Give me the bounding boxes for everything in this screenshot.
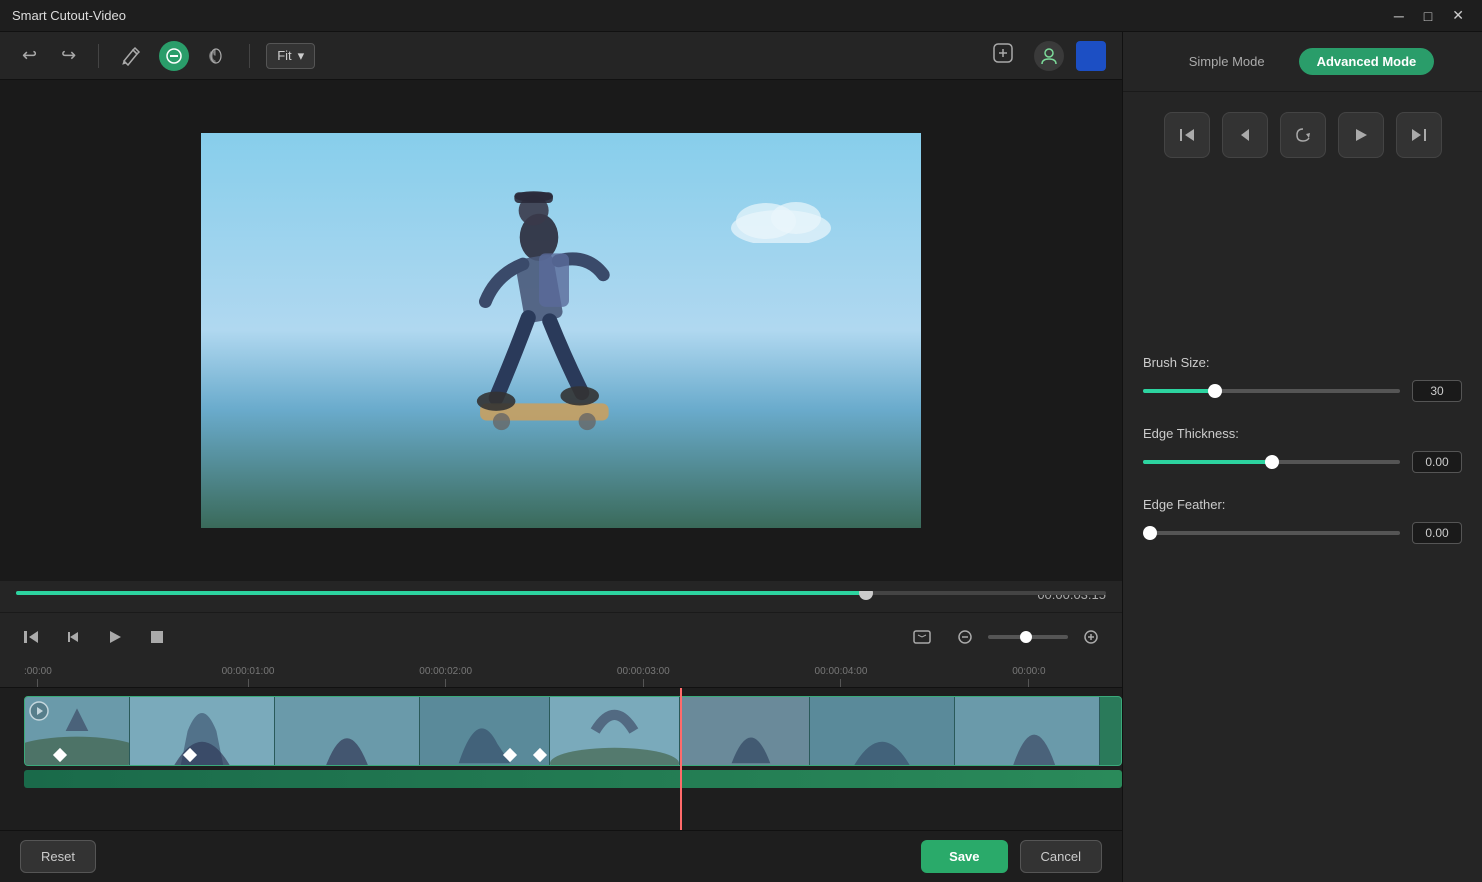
edge-feather-label: Edge Feather: — [1143, 497, 1462, 512]
edge-thickness-value[interactable]: 0.00 — [1412, 451, 1462, 473]
toolbar-separator-1 — [98, 44, 99, 68]
edge-thickness-thumb[interactable] — [1265, 455, 1279, 469]
title-bar-controls: ─ □ ✕ — [1388, 5, 1470, 26]
main-layout: ↩ ↪ — [0, 32, 1482, 882]
mode-tabs: Simple Mode Advanced Mode — [1123, 32, 1482, 92]
toolbar-separator-2 — [249, 44, 250, 68]
brush-size-thumb[interactable] — [1208, 384, 1222, 398]
toolbar: ↩ ↪ — [0, 32, 1122, 80]
ruler-mark-5: 00:00:0 — [1012, 666, 1045, 687]
right-panel: Simple Mode Advanced Mode — [1122, 32, 1482, 882]
move-button[interactable] — [201, 42, 233, 70]
frame-back-button[interactable] — [58, 624, 88, 650]
ruler-mark-3: 00:00:03:00 — [617, 666, 670, 687]
save-button[interactable]: Save — [921, 840, 1007, 873]
edge-feather-thumb[interactable] — [1143, 526, 1157, 540]
nav-play-button[interactable] — [1338, 112, 1384, 158]
cloud — [721, 193, 841, 243]
fit-chevron-icon: ▾ — [298, 48, 305, 64]
undo-button[interactable]: ↩ — [16, 41, 43, 70]
edge-thickness-label: Edge Thickness: — [1143, 426, 1462, 441]
ruler-marks: :00:00 00:00:01:00 00:00:02:00 00:00:03:… — [24, 660, 1122, 687]
erase-button[interactable] — [159, 41, 189, 71]
ruler-mark-4: 00:00:04:00 — [815, 666, 868, 687]
simple-mode-tab[interactable]: Simple Mode — [1171, 48, 1283, 75]
timeline-tracks[interactable] — [0, 688, 1122, 830]
fit-screen-button[interactable] — [906, 623, 938, 651]
keyframe-4 — [533, 748, 547, 762]
zoom-out-button[interactable] — [950, 624, 980, 650]
playhead[interactable] — [680, 688, 682, 830]
edge-feather-slider-row: 0.00 — [1143, 522, 1462, 544]
app-title: Smart Cutout-Video — [12, 8, 126, 23]
editor-area: ↩ ↪ — [0, 32, 1122, 882]
panel-spacer-top — [1123, 178, 1482, 339]
keyframe-3 — [503, 748, 517, 762]
edge-thickness-slider-row: 0.00 — [1143, 451, 1462, 473]
skater-silhouette — [429, 173, 649, 473]
keyframe-1 — [53, 748, 67, 762]
ruler-mark-2: 00:00:02:00 — [419, 666, 472, 687]
panel-controls: Brush Size: 30 Edge Thickness: — [1123, 339, 1482, 560]
minimize-button[interactable]: ─ — [1388, 5, 1410, 26]
brush-size-fill — [1143, 389, 1215, 393]
nav-skip-start-button[interactable] — [1164, 112, 1210, 158]
edge-feather-slider[interactable] — [1143, 531, 1400, 535]
advanced-mode-tab[interactable]: Advanced Mode — [1299, 48, 1435, 75]
nav-reverse-button[interactable] — [1280, 112, 1326, 158]
video-canvas — [0, 80, 1122, 581]
second-track[interactable] — [24, 770, 1122, 788]
bottom-right: Save Cancel — [921, 840, 1102, 873]
edge-feather-value[interactable]: 0.00 — [1412, 522, 1462, 544]
edge-thickness-slider[interactable] — [1143, 460, 1400, 464]
edge-thickness-fill — [1143, 460, 1272, 464]
play-button[interactable] — [100, 624, 130, 650]
draw-button[interactable] — [115, 42, 147, 70]
maximize-button[interactable]: □ — [1418, 5, 1438, 26]
progress-bar[interactable] — [16, 591, 1106, 595]
progress-bar-thumb[interactable] — [859, 591, 873, 600]
bottom-bar: Reset Save Cancel — [0, 830, 1122, 882]
progress-area: 00:00:03:15 — [0, 581, 1122, 612]
playback-controls — [0, 612, 1122, 660]
fit-dropdown[interactable]: Fit ▾ — [266, 43, 315, 69]
color-square[interactable] — [1076, 41, 1106, 71]
video-frame — [201, 133, 921, 528]
zoom-slider-thumb[interactable] — [1020, 631, 1032, 643]
ruler-mark-1: 00:00:01:00 — [222, 666, 275, 687]
nav-controls — [1123, 92, 1482, 178]
zoom-controls — [950, 624, 1106, 650]
timeline-area: :00:00 00:00:01:00 00:00:02:00 00:00:03:… — [0, 660, 1122, 830]
nav-skip-end-button[interactable] — [1396, 112, 1442, 158]
title-bar: Smart Cutout-Video ─ □ ✕ — [0, 0, 1482, 32]
ruler-mark-0: :00:00 — [24, 666, 52, 687]
edge-feather-control: Edge Feather: 0.00 — [1143, 497, 1462, 544]
brush-size-control: Brush Size: 30 — [1143, 355, 1462, 402]
brush-size-slider-row: 30 — [1143, 380, 1462, 402]
title-bar-left: Smart Cutout-Video — [12, 8, 126, 23]
cancel-button[interactable]: Cancel — [1020, 840, 1102, 873]
export-button[interactable] — [984, 38, 1022, 73]
profile-icon[interactable] — [1034, 41, 1064, 71]
timeline-ruler: :00:00 00:00:01:00 00:00:02:00 00:00:03:… — [0, 660, 1122, 688]
close-button[interactable]: ✕ — [1446, 5, 1470, 26]
skip-back-button[interactable] — [16, 624, 46, 650]
brush-size-value[interactable]: 30 — [1412, 380, 1462, 402]
brush-size-slider[interactable] — [1143, 389, 1400, 393]
zoom-in-button[interactable] — [1076, 624, 1106, 650]
zoom-slider[interactable] — [988, 635, 1068, 639]
fit-label: Fit — [277, 48, 291, 63]
brush-size-label: Brush Size: — [1143, 355, 1462, 370]
keyframe-row — [25, 747, 1121, 763]
edge-thickness-control: Edge Thickness: 0.00 — [1143, 426, 1462, 473]
keyframe-2 — [183, 748, 197, 762]
stop-button[interactable] — [142, 624, 172, 650]
nav-prev-button[interactable] — [1222, 112, 1268, 158]
progress-bar-fill — [16, 591, 866, 595]
video-track[interactable] — [24, 696, 1122, 766]
reset-button[interactable]: Reset — [20, 840, 96, 873]
redo-button[interactable]: ↪ — [55, 41, 82, 70]
panel-spacer-bottom — [1123, 560, 1482, 882]
